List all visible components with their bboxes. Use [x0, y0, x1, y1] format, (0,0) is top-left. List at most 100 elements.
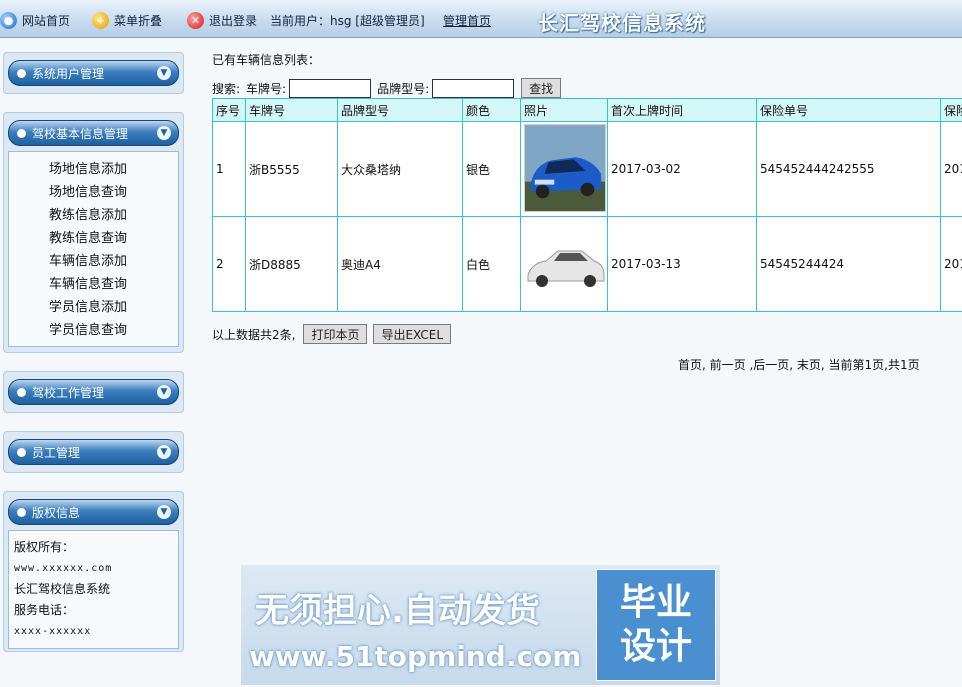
close-icon: ✕ — [187, 11, 204, 29]
table-header-row: 序号 车牌号 品牌型号 颜色 照片 首次上牌时间 保险单号 保险 — [212, 98, 962, 122]
watermark-box: 毕业 设计 — [596, 569, 716, 681]
staff-mgmt-title: 员工管理 — [32, 445, 81, 460]
copyright-owner-label: 版权所有： — [14, 540, 75, 554]
logout-label[interactable]: 退出登录 — [209, 12, 257, 29]
blue-sedan-photo[interactable] — [524, 123, 606, 212]
user-mgmt-header[interactable]: 系统用户管理 ▼ — [8, 60, 179, 86]
search-label: 搜索: — [212, 81, 241, 96]
chevron-down-icon[interactable]: ▼ — [157, 445, 171, 459]
top-bar: ● 网站首页 + 菜单折叠 ✕ 退出登录 当前用户：hsg [超级管理员] 管理… — [0, 0, 962, 38]
cell-model: 奥迪A4 — [337, 216, 463, 312]
col-header-insurance: 保险 — [940, 98, 962, 122]
copyright-title: 版权信息 — [32, 505, 81, 520]
basic-info-header[interactable]: 驾校基本信息管理 ▼ — [8, 120, 179, 146]
sidebar-item-student-query[interactable]: 学员信息查询 — [9, 319, 178, 342]
chevron-down-icon[interactable]: ▼ — [157, 126, 171, 140]
col-header-plate: 车牌号 — [245, 98, 338, 122]
model-label: 品牌型号: — [377, 81, 430, 96]
bullet-icon — [17, 447, 26, 457]
plate-label: 车牌号: — [246, 81, 287, 96]
pagination[interactable]: 首页, 前一页 ,后一页, 末页, 当前第1页,共1页 — [678, 356, 920, 373]
bullet-icon — [17, 68, 26, 78]
sidebar-item-vehicle-add[interactable]: 车辆信息添加 — [9, 250, 178, 273]
copyright-website: www.xxxxxx.com — [14, 563, 113, 574]
sidebar-item-student-add[interactable]: 学员信息添加 — [9, 296, 178, 319]
staff-mgmt-header[interactable]: 员工管理 ▼ — [8, 439, 179, 465]
watermark-line2: www.51topmind.com — [249, 640, 582, 673]
cell-policy: 54545244424 — [756, 216, 941, 312]
model-input[interactable] — [432, 78, 515, 98]
chevron-down-icon[interactable]: ▼ — [157, 66, 171, 80]
sidebar-item-site-query[interactable]: 场地信息查询 — [9, 181, 178, 204]
menu-fold-label[interactable]: 菜单折叠 — [114, 12, 162, 29]
plus-icon: + — [92, 11, 109, 29]
work-mgmt-panel: 驾校工作管理 ▼ — [3, 371, 184, 413]
watermark-box-line2: 设计 — [619, 626, 692, 667]
system-title: 长汇驾校信息系统 — [538, 11, 706, 35]
basic-info-panel: 驾校基本信息管理 ▼ 场地信息添加 场地信息查询 教练信息添加 教练信息查询 车… — [3, 112, 184, 353]
site-home-label[interactable]: 网站首页 — [22, 12, 70, 29]
search-button[interactable]: 查找 — [521, 78, 562, 98]
copyright-phone: xxxx-xxxxxx — [14, 626, 92, 637]
print-button[interactable]: 打印本页 — [303, 324, 368, 344]
admin-home-link[interactable]: 管理首页 — [443, 10, 491, 30]
cell-color: 白色 — [462, 216, 521, 312]
col-header-photo: 照片 — [520, 98, 608, 122]
user-mgmt-panel: 系统用户管理 ▼ — [3, 52, 184, 94]
cell-extra: 201 — [940, 121, 962, 217]
sidebar-item-coach-query[interactable]: 教练信息查询 — [9, 227, 178, 250]
current-user: 当前用户：hsg [超级管理员] — [270, 10, 425, 30]
copyright-panel: 版权信息 ▼ 版权所有： www.xxxxxx.com 长汇驾校信息系统 服务电… — [3, 491, 184, 652]
watermark-line1: 无须担心.自动发货 — [255, 591, 540, 631]
col-header-policy: 保险单号 — [756, 98, 941, 122]
cell-photo — [520, 216, 608, 312]
cell-plate: 浙B5555 — [245, 121, 338, 217]
search-bar: 搜索: 车牌号: 品牌型号: 查找 — [212, 78, 562, 98]
watermark-banner: 无须担心.自动发货 www.51topmind.com 毕业 设计 — [241, 565, 720, 685]
work-mgmt-title: 驾校工作管理 — [32, 385, 105, 400]
basic-info-title: 驾校基本信息管理 — [32, 126, 129, 141]
record-count: 以上数据共2条, — [212, 327, 296, 342]
export-excel-button[interactable]: 导出EXCEL — [373, 324, 452, 344]
chevron-down-icon[interactable]: ▼ — [157, 385, 171, 399]
staff-mgmt-panel: 员工管理 ▼ — [3, 431, 184, 473]
copyright-header[interactable]: 版权信息 ▼ — [8, 499, 179, 525]
table-row[interactable]: 1 浙B5555 大众桑塔纳 银色 2017-03-02 54545244424… — [212, 121, 962, 217]
bullet-icon — [17, 128, 26, 138]
summary-bar: 以上数据共2条, 打印本页 导出EXCEL — [212, 324, 452, 344]
site-home-link[interactable]: ● 网站首页 — [0, 10, 70, 30]
cell-no: 1 — [212, 121, 246, 217]
col-header-model: 品牌型号 — [337, 98, 463, 122]
col-header-first-reg: 首次上牌时间 — [607, 98, 757, 122]
col-header-no: 序号 — [212, 98, 246, 122]
sidebar-item-site-add[interactable]: 场地信息添加 — [9, 158, 178, 181]
sidebar-item-vehicle-query[interactable]: 车辆信息查询 — [9, 273, 178, 296]
basic-info-menu: 场地信息添加 场地信息查询 教练信息添加 教练信息查询 车辆信息添加 车辆信息查… — [8, 151, 179, 347]
cell-no: 2 — [212, 216, 246, 312]
current-user-text: 当前用户：hsg [超级管理员] — [270, 13, 425, 28]
watermark-box-line1: 毕业 — [619, 582, 692, 623]
menu-fold-button[interactable]: + 菜单折叠 — [92, 10, 162, 30]
chevron-down-icon[interactable]: ▼ — [157, 505, 171, 519]
copyright-phone-label: 服务电话： — [14, 603, 75, 617]
cell-first-reg: 2017-03-02 — [607, 121, 757, 217]
cell-policy: 545452444242555 — [756, 121, 941, 217]
bullet-icon — [17, 507, 26, 517]
copyright-body: 版权所有： www.xxxxxx.com 长汇驾校信息系统 服务电话： xxxx… — [8, 530, 179, 649]
cell-extra: 201 — [940, 216, 962, 312]
sidebar-item-coach-add[interactable]: 教练信息添加 — [9, 204, 178, 227]
user-mgmt-title: 系统用户管理 — [32, 66, 105, 81]
admin-home-label[interactable]: 管理首页 — [443, 12, 491, 29]
globe-icon: ● — [0, 11, 17, 29]
vehicle-table: 序号 车牌号 品牌型号 颜色 照片 首次上牌时间 保险单号 保险 1 浙B555… — [212, 98, 962, 312]
list-title: 已有车辆信息列表： — [212, 53, 321, 67]
plate-input[interactable] — [289, 78, 372, 98]
white-sedan-photo[interactable] — [524, 218, 606, 307]
table-row[interactable]: 2 浙D8885 奥迪A4 白色 2017-03-13 54545244424 … — [212, 216, 962, 312]
cell-model: 大众桑塔纳 — [337, 121, 463, 217]
logout-button[interactable]: ✕ 退出登录 — [187, 10, 257, 30]
cell-plate: 浙D8885 — [245, 216, 338, 312]
cell-first-reg: 2017-03-13 — [607, 216, 757, 312]
copyright-system-name: 长汇驾校信息系统 — [14, 582, 111, 596]
work-mgmt-header[interactable]: 驾校工作管理 ▼ — [8, 379, 179, 405]
